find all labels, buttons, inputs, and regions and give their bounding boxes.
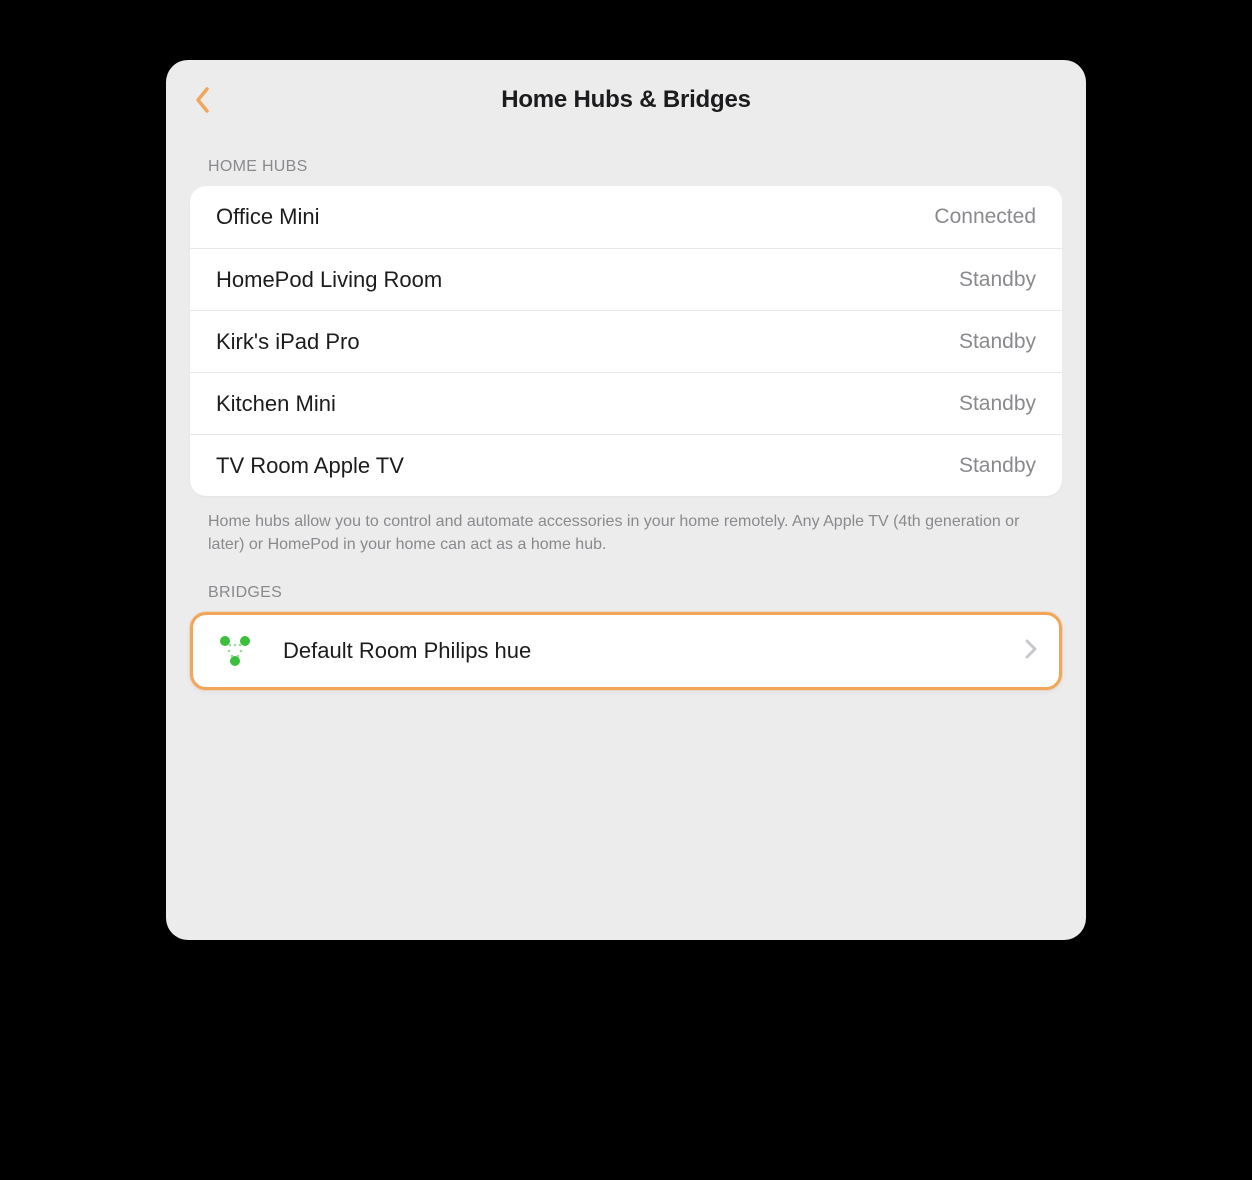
chevron-left-icon	[194, 86, 210, 114]
bridge-name: Default Room Philips hue	[283, 638, 1025, 664]
hub-name: Kirk's iPad Pro	[216, 329, 959, 355]
bridges-header: BRIDGES	[190, 584, 1062, 612]
hub-row[interactable]: Kitchen Mini Standby	[190, 372, 1062, 434]
hub-row[interactable]: HomePod Living Room Standby	[190, 248, 1062, 310]
hub-status: Standby	[959, 268, 1036, 292]
hub-name: TV Room Apple TV	[216, 453, 959, 479]
settings-panel: Home Hubs & Bridges HOME HUBS Office Min…	[166, 60, 1086, 940]
hub-status: Standby	[959, 392, 1036, 416]
hub-row[interactable]: TV Room Apple TV Standby	[190, 434, 1062, 496]
hub-name: Kitchen Mini	[216, 391, 959, 417]
hub-name: HomePod Living Room	[216, 267, 959, 293]
hub-status: Connected	[934, 205, 1036, 229]
home-hubs-list: Office Mini Connected HomePod Living Roo…	[190, 186, 1062, 496]
panel-header: Home Hubs & Bridges	[190, 78, 1062, 122]
home-hubs-header: HOME HUBS	[190, 158, 1062, 186]
home-hubs-caption: Home hubs allow you to control and autom…	[190, 496, 1062, 584]
chevron-right-icon	[1025, 639, 1037, 664]
hub-row[interactable]: Kirk's iPad Pro Standby	[190, 310, 1062, 372]
hub-status: Standby	[959, 454, 1036, 478]
hub-name: Office Mini	[216, 204, 934, 230]
hue-bridge-icon	[213, 629, 257, 673]
page-title: Home Hubs & Bridges	[501, 86, 751, 114]
hub-status: Standby	[959, 330, 1036, 354]
bridge-row[interactable]: Default Room Philips hue	[190, 612, 1062, 690]
back-button[interactable]	[194, 84, 226, 116]
hub-row[interactable]: Office Mini Connected	[190, 186, 1062, 248]
